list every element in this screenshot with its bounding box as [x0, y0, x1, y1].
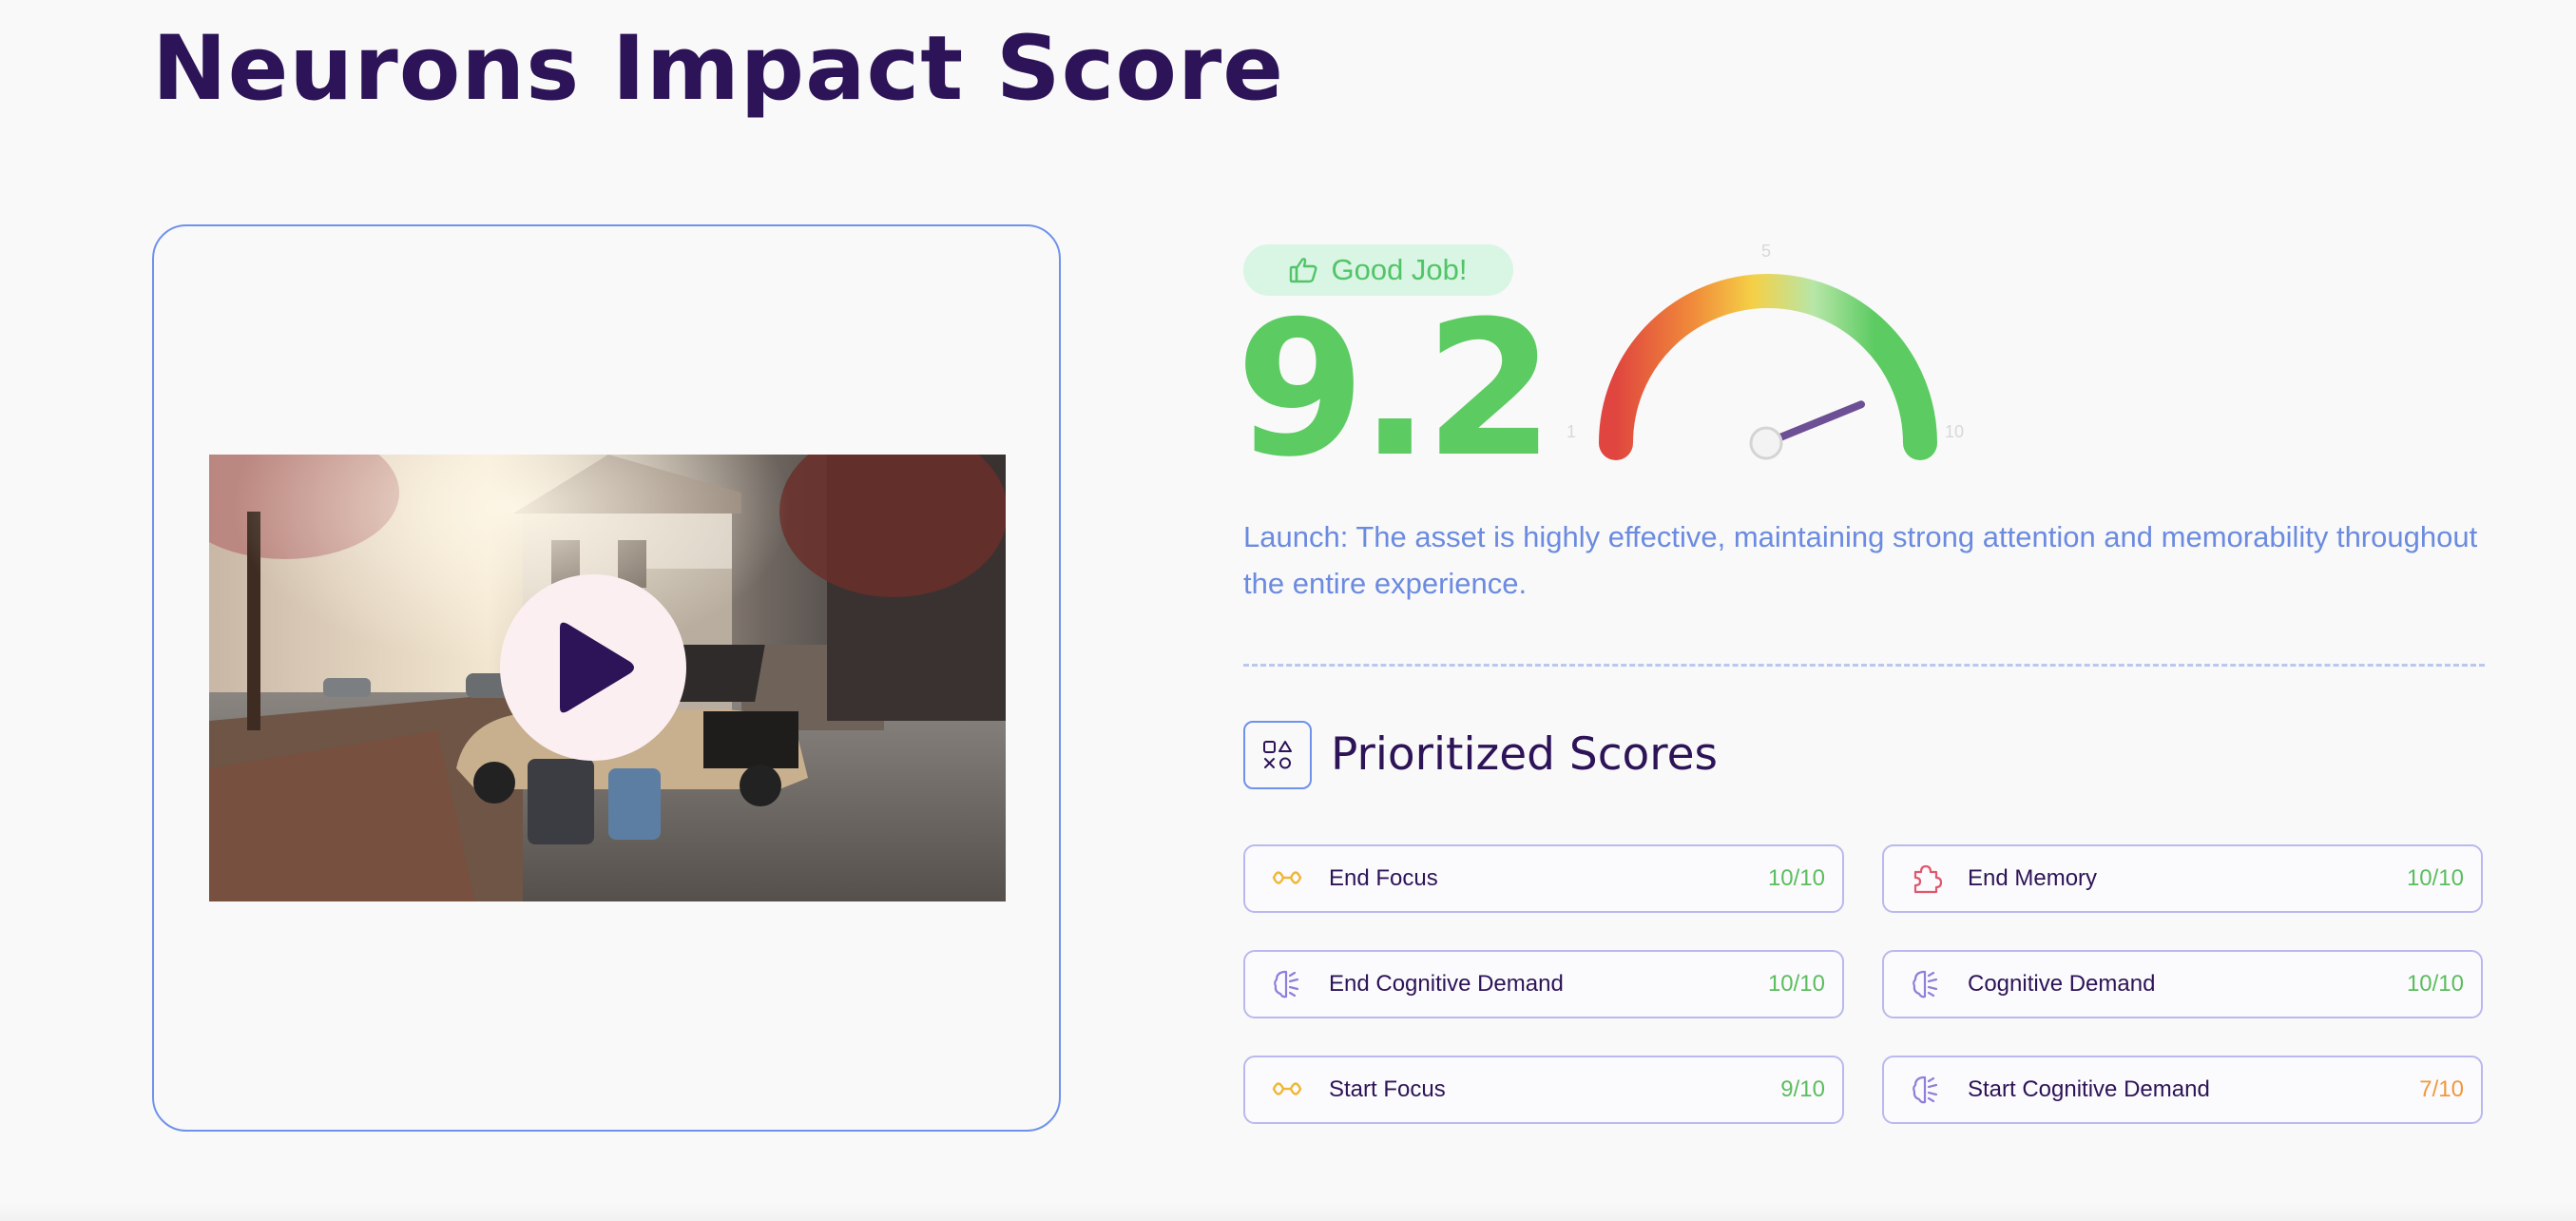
- score-description: Launch: The asset is highly effective, m…: [1243, 520, 2478, 600]
- impact-score-value: 9.2: [1236, 281, 1554, 498]
- play-button[interactable]: [500, 574, 686, 761]
- brain-icon: [1905, 963, 1947, 1005]
- prioritized-scores-title: Prioritized Scores: [1331, 728, 1719, 781]
- score-card-label: Start Cognitive Demand: [1968, 1076, 2210, 1102]
- focus-icon: [1266, 858, 1308, 900]
- shapes-icon: [1263, 741, 1292, 769]
- bottom-shadow: [0, 1202, 2576, 1221]
- score-gauge: 1 5 10: [1559, 234, 1977, 472]
- score-card-start-cognitive-demand[interactable]: Start Cognitive Demand 7/10: [1882, 1056, 2483, 1124]
- section-divider: [1243, 664, 2485, 667]
- score-card-label: End Cognitive Demand: [1329, 971, 1564, 997]
- gauge-min-label: 1: [1567, 422, 1577, 441]
- prioritized-scores-icon-box: [1243, 721, 1312, 789]
- puzzle-icon: [1905, 858, 1947, 900]
- gauge-max-label: 10: [1945, 422, 1965, 441]
- score-card-value: 10/10: [1767, 971, 1825, 997]
- score-card-value: 10/10: [1767, 865, 1825, 891]
- score-card-end-focus[interactable]: End Focus 10/10: [1243, 844, 1844, 913]
- score-card-value: 10/10: [2406, 865, 2464, 891]
- gauge-pivot: [1749, 426, 1783, 460]
- score-card-cognitive-demand[interactable]: Cognitive Demand 10/10: [1882, 950, 2483, 1018]
- thumbs-up-icon: [1290, 258, 1317, 283]
- page-title: Neurons Impact Score: [152, 17, 1285, 121]
- score-card-end-memory[interactable]: End Memory 10/10: [1882, 844, 2483, 913]
- gauge-mid-label: 5: [1761, 242, 1772, 261]
- focus-icon: [1266, 1069, 1308, 1111]
- score-card-start-focus[interactable]: Start Focus 9/10: [1243, 1056, 1844, 1124]
- score-card-label: End Focus: [1329, 865, 1438, 891]
- score-card-value: 7/10: [2419, 1076, 2464, 1102]
- video-thumbnail[interactable]: [209, 455, 1006, 901]
- score-card-end-cognitive-demand[interactable]: End Cognitive Demand 10/10: [1243, 950, 1844, 1018]
- score-card-label: End Memory: [1968, 865, 2098, 891]
- score-card-label: Start Focus: [1329, 1076, 1446, 1102]
- gauge-arc: [1599, 274, 1937, 460]
- brain-icon: [1266, 963, 1308, 1005]
- media-card: [152, 224, 1061, 1132]
- score-card-value: 10/10: [2406, 971, 2464, 997]
- play-icon: [560, 622, 634, 713]
- score-card-value: 9/10: [1780, 1076, 1825, 1102]
- brain-icon: [1905, 1069, 1947, 1111]
- score-card-label: Cognitive Demand: [1968, 971, 2156, 997]
